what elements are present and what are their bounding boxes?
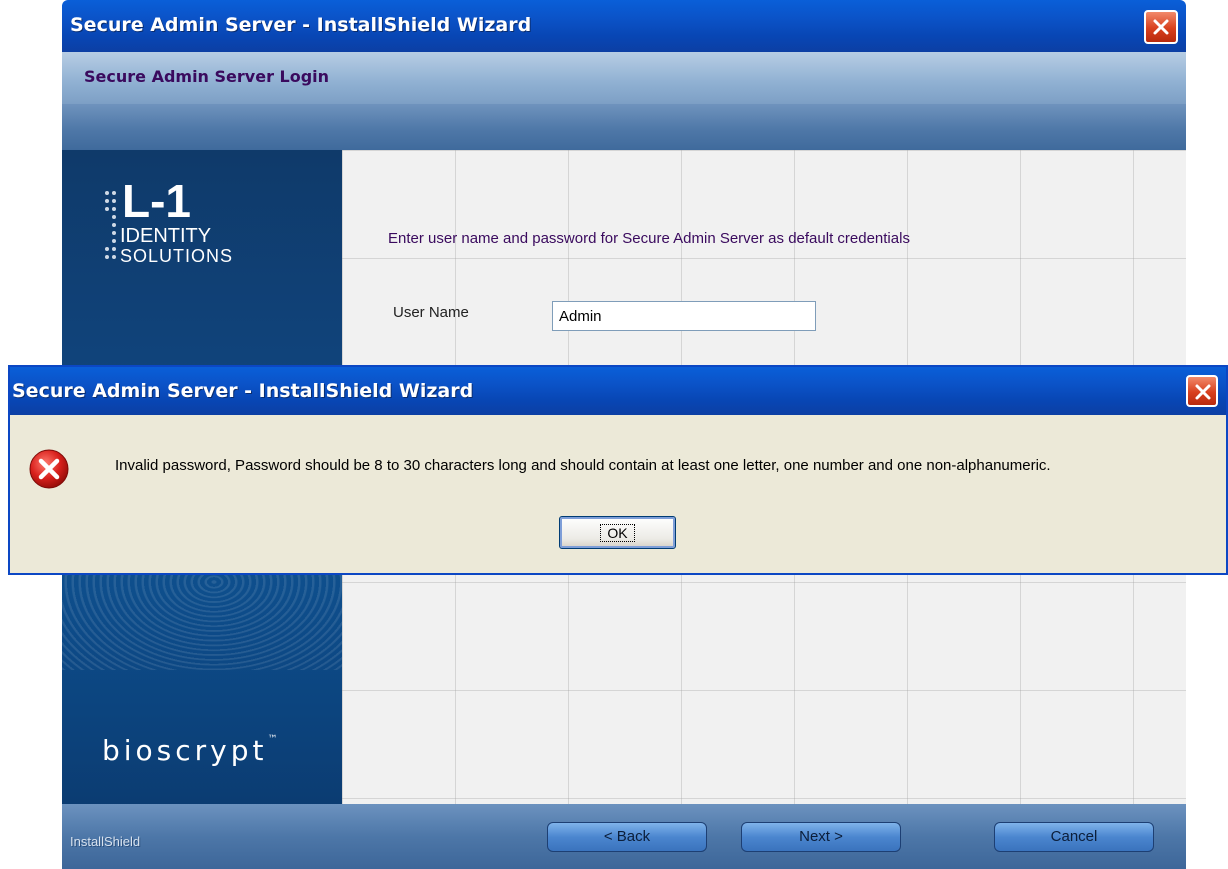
wizard-header: Secure Admin Server Login [62, 52, 1186, 104]
error-dialog: Secure Admin Server - InstallShield Wiza… [8, 365, 1228, 575]
header-band [62, 104, 1186, 150]
close-icon [1195, 384, 1211, 400]
window-title: Secure Admin Server - InstallShield Wiza… [70, 14, 532, 36]
ok-button-label: OK [600, 523, 635, 542]
ok-button[interactable]: OK [559, 516, 676, 549]
error-message: Invalid password, Password should be 8 t… [115, 457, 1051, 474]
window-close-button[interactable] [1144, 10, 1178, 44]
error-icon [29, 449, 69, 489]
back-button[interactable]: < Back [547, 822, 707, 852]
wizard-footer: InstallShield < Back Next > Cancel [62, 804, 1186, 869]
dialog-close-button[interactable] [1186, 375, 1218, 407]
trademark-mark: ™ [267, 734, 282, 745]
user-name-label: User Name [393, 304, 469, 321]
user-name-input[interactable] [552, 301, 816, 331]
dialog-titlebar[interactable]: Secure Admin Server - InstallShield Wiza… [10, 367, 1226, 415]
logo-solutions-text: SOLUTIONS [120, 246, 234, 266]
installshield-brand: InstallShield [70, 834, 141, 849]
close-icon [1153, 19, 1169, 35]
logo-identity-text: IDENTITY [120, 225, 212, 247]
next-button[interactable]: Next > [741, 822, 901, 852]
dialog-title: Secure Admin Server - InstallShield Wiza… [12, 380, 474, 402]
logo-l1-text: L-1 [122, 175, 191, 227]
cancel-button[interactable]: Cancel [994, 822, 1154, 852]
bioscrypt-logo: bioscrypt™ [102, 734, 282, 767]
logo-dots-graphic [105, 191, 116, 259]
page-heading: Secure Admin Server Login [84, 67, 330, 86]
instruction-text: Enter user name and password for Secure … [388, 230, 910, 247]
window-titlebar[interactable]: Secure Admin Server - InstallShield Wiza… [62, 0, 1186, 52]
bioscrypt-text: bioscrypt [102, 734, 268, 767]
